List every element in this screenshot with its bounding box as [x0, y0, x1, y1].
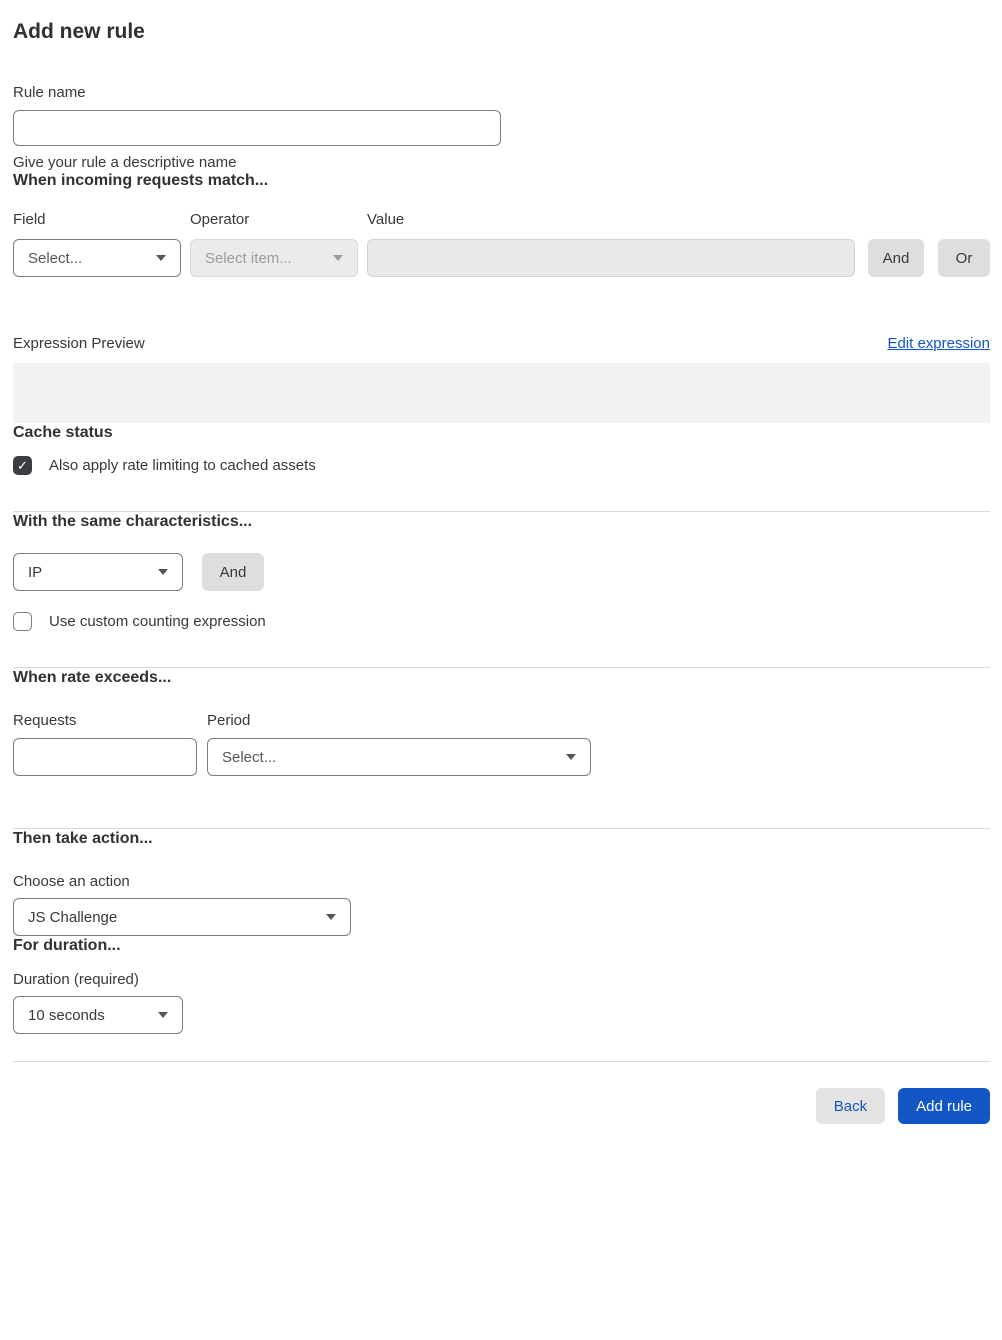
field-select-value: Select... — [28, 249, 83, 267]
requests-column: Requests — [13, 713, 197, 776]
operator-column: Operator Select item... — [190, 212, 358, 277]
chevron-down-icon — [158, 1012, 168, 1018]
period-select-value: Select... — [222, 748, 277, 766]
and-button[interactable]: And — [868, 239, 924, 277]
expression-preview-box — [13, 363, 990, 423]
custom-counting-checkbox-row[interactable]: Use custom counting expression — [13, 612, 990, 631]
footer-actions: Back Add rule — [13, 1088, 990, 1124]
cache-checkbox-row[interactable]: ✓ Also apply rate limiting to cached ass… — [13, 456, 990, 475]
field-column: Field Select... — [13, 212, 181, 277]
checkbox-checked-icon[interactable]: ✓ — [13, 456, 32, 475]
period-select[interactable]: Select... — [207, 738, 591, 776]
action-select-value: JS Challenge — [28, 908, 118, 926]
cache-status-heading: Cache status — [13, 424, 113, 441]
or-button[interactable]: Or — [938, 239, 990, 277]
characteristics-row: IP And — [13, 553, 990, 591]
checkbox-unchecked-icon[interactable] — [13, 612, 32, 631]
duration-label: Duration (required) — [13, 971, 139, 988]
value-input — [367, 239, 855, 277]
expression-header: Expression Preview Edit expression — [13, 335, 990, 352]
match-row: Field Select... Operator Select item... … — [13, 212, 990, 277]
add-rule-form: Add new rule Rule name Give your rule a … — [0, 0, 1002, 1138]
action-select[interactable]: JS Challenge — [13, 898, 351, 936]
rule-name-helper: Give your rule a descriptive name — [13, 154, 237, 171]
back-button[interactable]: Back — [815, 1088, 886, 1124]
cache-checkbox-label: Also apply rate limiting to cached asset… — [49, 457, 316, 474]
add-rule-button[interactable]: Add rule — [898, 1088, 990, 1124]
choose-action-label: Choose an action — [13, 873, 130, 890]
requests-input[interactable] — [13, 738, 197, 776]
rate-row: Requests Period Select... — [13, 713, 990, 776]
duration-select[interactable]: 10 seconds — [13, 996, 183, 1034]
duration-select-value: 10 seconds — [28, 1006, 105, 1024]
chevron-down-icon — [566, 754, 576, 760]
value-label: Value — [367, 211, 405, 228]
action-heading: Then take action... — [13, 830, 153, 847]
field-select[interactable]: Select... — [13, 239, 181, 277]
period-column: Period Select... — [207, 713, 591, 776]
check-icon: ✓ — [17, 458, 28, 473]
match-section-heading: When incoming requests match... — [13, 172, 269, 189]
chevron-down-icon — [333, 255, 343, 261]
characteristics-heading: With the same characteristics... — [13, 513, 253, 530]
operator-label: Operator — [190, 211, 250, 228]
characteristic-select[interactable]: IP — [13, 553, 183, 591]
characteristics-and-button[interactable]: And — [202, 553, 264, 591]
requests-label: Requests — [13, 712, 77, 729]
custom-counting-label: Use custom counting expression — [49, 613, 266, 630]
expression-preview-label: Expression Preview — [13, 335, 145, 352]
value-column: Value — [367, 212, 855, 277]
edit-expression-link[interactable]: Edit expression — [887, 335, 990, 352]
page-title: Add new rule — [13, 20, 145, 43]
chevron-down-icon — [158, 569, 168, 575]
chevron-down-icon — [326, 914, 336, 920]
rule-name-label: Rule name — [13, 84, 86, 101]
operator-select-value: Select item... — [205, 249, 292, 267]
operator-select: Select item... — [190, 239, 358, 277]
rate-heading: When rate exceeds... — [13, 669, 172, 686]
characteristic-select-value: IP — [28, 563, 43, 581]
period-label: Period — [207, 712, 251, 729]
duration-heading: For duration... — [13, 937, 121, 954]
field-label: Field — [13, 211, 46, 228]
divider — [13, 1061, 990, 1062]
chevron-down-icon — [156, 255, 166, 261]
rule-name-input[interactable] — [13, 110, 501, 146]
